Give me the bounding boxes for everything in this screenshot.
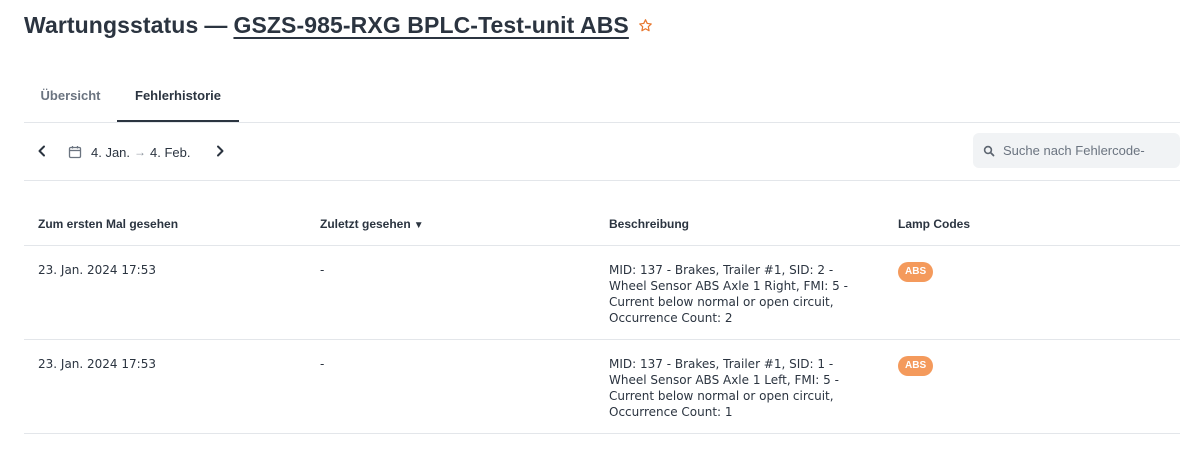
column-header-first-seen[interactable]: Zum ersten Mal gesehen <box>24 202 306 246</box>
star-icon[interactable] <box>638 18 653 33</box>
search-input[interactable] <box>1003 143 1163 158</box>
column-header-description[interactable]: Beschreibung <box>595 202 884 246</box>
date-range-arrow: → <box>134 145 147 159</box>
tab-fault-history[interactable]: Fehlerhistorie <box>117 72 239 122</box>
asset-name-link[interactable]: GSZS-985-RXG BPLC-Test-unit ABS <box>233 12 628 39</box>
lamp-code-badge: ABS <box>898 356 934 376</box>
cell-description: MID: 137 - Brakes, Trailer #1, SID: 2 - … <box>595 245 884 340</box>
column-header-last-seen[interactable]: Zuletzt gesehen ▼ <box>306 202 595 246</box>
fault-history-table: Zum ersten Mal gesehen Zuletzt gesehen ▼ … <box>24 202 1180 434</box>
title-separator: — <box>204 12 228 38</box>
date-start: 4. Jan. <box>91 144 131 160</box>
next-period-button[interactable] <box>210 141 230 161</box>
fault-code-search[interactable] <box>973 133 1180 168</box>
search-icon <box>983 145 995 157</box>
chevron-right-icon <box>217 145 224 157</box>
cell-lamp-codes: ABS <box>884 339 1180 434</box>
cell-first-seen: 23. Jan. 2024 17:53 <box>24 245 306 340</box>
previous-period-button[interactable] <box>32 141 52 161</box>
sort-desc-icon: ▼ <box>413 219 424 231</box>
cell-description: MID: 137 - Brakes, Trailer #1, SID: 1 - … <box>595 339 884 434</box>
lamp-code-badge: ABS <box>898 262 934 282</box>
table-row[interactable]: 23. Jan. 2024 17:53 - MID: 137 - Brakes,… <box>24 339 1180 434</box>
table-header-row: Zum ersten Mal gesehen Zuletzt gesehen ▼ … <box>24 202 1180 246</box>
tab-bar: Übersicht Fehlerhistorie <box>24 72 1180 123</box>
cell-last-seen: - <box>306 245 595 340</box>
date-end: 4. Feb. <box>150 144 191 160</box>
cell-last-seen: - <box>306 339 595 434</box>
tab-overview[interactable]: Übersicht <box>24 72 117 121</box>
page-title: Wartungsstatus — GSZS-985-RXG BPLC-Test-… <box>24 12 653 39</box>
page-title-text: Wartungsstatus <box>24 12 199 38</box>
table-row[interactable]: 23. Jan. 2024 17:53 - MID: 137 - Brakes,… <box>24 245 1180 340</box>
cell-lamp-codes: ABS <box>884 245 1180 340</box>
cell-first-seen: 23. Jan. 2024 17:53 <box>24 339 306 434</box>
filter-toolbar: 4. Jan. → 4. Feb. <box>24 123 1180 181</box>
column-header-lamp-codes[interactable]: Lamp Codes <box>884 202 1180 246</box>
date-range-picker[interactable]: 4. Jan. → 4. Feb. <box>68 141 191 163</box>
calendar-icon <box>68 145 82 159</box>
chevron-left-icon <box>38 145 45 157</box>
